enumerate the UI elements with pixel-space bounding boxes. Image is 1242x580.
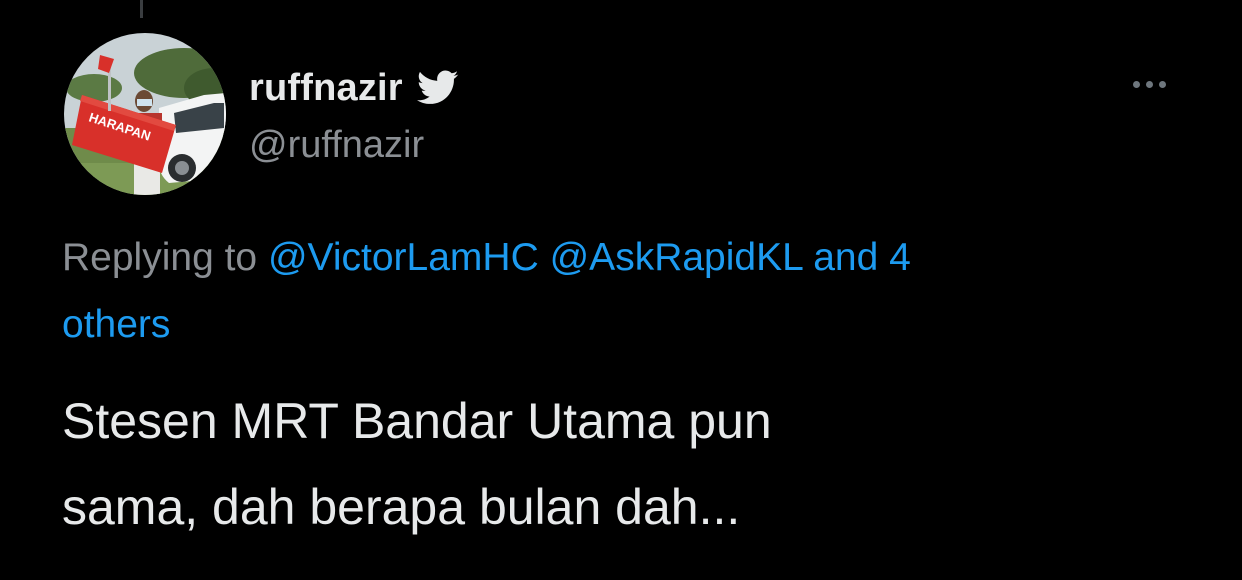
tweet-text-line: Stesen MRT Bandar Utama pun bbox=[62, 393, 772, 449]
more-dot bbox=[1133, 80, 1140, 88]
author-name-row[interactable]: ruffnazir bbox=[249, 62, 459, 114]
avatar-photo: HARAPAN bbox=[64, 33, 226, 195]
more-dot bbox=[1159, 80, 1166, 88]
thread-connector-line bbox=[140, 0, 143, 18]
more-options-ellipsis-icon[interactable] bbox=[1133, 74, 1166, 94]
more-dot bbox=[1146, 80, 1153, 88]
twitter-bird-icon bbox=[416, 70, 459, 106]
mention-link[interactable]: @VictorLamHC bbox=[268, 236, 539, 279]
replying-to-label: Replying to bbox=[62, 236, 258, 279]
author-handle[interactable]: @ruffnazir bbox=[249, 124, 424, 167]
mention-link[interactable]: @AskRapidKL bbox=[550, 236, 803, 279]
others-count-text[interactable]: and 4 bbox=[813, 236, 911, 279]
display-name[interactable]: ruffnazir bbox=[249, 67, 403, 110]
others-text[interactable]: others bbox=[62, 303, 170, 346]
tweet-text-line: sama, dah berapa bulan dah... bbox=[62, 479, 741, 535]
tweet-text: Stesen MRT Bandar Utama pun sama, dah be… bbox=[62, 378, 1162, 550]
avatar[interactable]: HARAPAN bbox=[64, 33, 226, 195]
replying-to: Replying to @VictorLamHC @AskRapidKL and… bbox=[62, 224, 1122, 358]
